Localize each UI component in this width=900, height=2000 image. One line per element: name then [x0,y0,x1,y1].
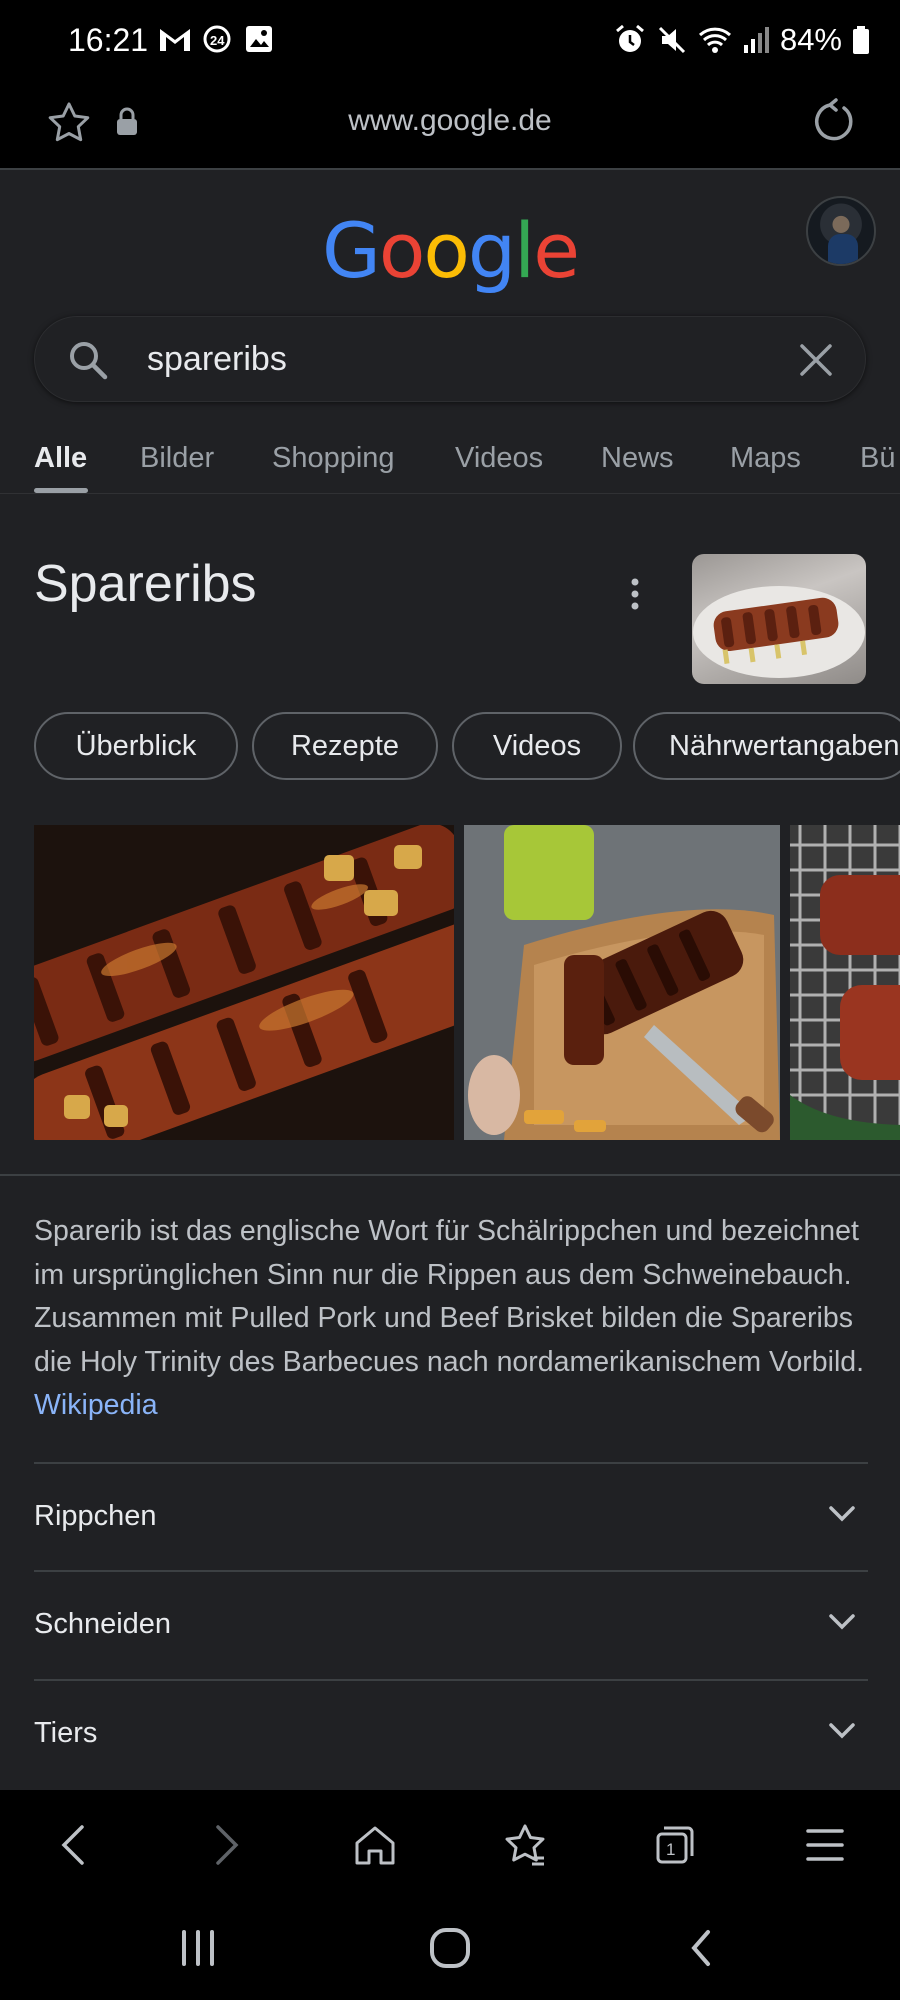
forward-button[interactable] [202,1820,252,1870]
carousel-image[interactable] [790,825,900,1140]
chevron-down-icon [829,1506,855,1522]
status-bar: 16:21 24 84% [0,0,900,84]
accordion-label: Rippchen [34,1500,157,1532]
tab-videos[interactable]: Videos [455,442,543,475]
system-home-button[interactable] [428,1926,472,1975]
back-icon [691,1930,710,1966]
chip-ueberblick[interactable]: Überblick [34,712,238,780]
mute-icon [658,26,686,54]
knowledge-panel-title: Spareribs [34,555,257,613]
menu-button[interactable] [800,1820,850,1870]
tab-shopping[interactable]: Shopping [272,442,395,475]
tab-alle[interactable]: Alle [34,442,87,475]
chevron-down-icon [829,1723,855,1739]
gmail-icon [160,29,190,51]
more-vert-icon [631,578,639,610]
accordion-label: Schneiden [34,1608,172,1640]
chevron-left-icon [61,1825,84,1865]
chip-naehrwertangaben[interactable]: Nährwertangaben [633,712,900,780]
reload-icon [815,98,853,141]
wikipedia-link[interactable]: Wikipedia [34,1389,158,1421]
recent-apps-icon [182,1930,214,1966]
system-navigation-bar [0,1898,900,2000]
gallery-icon [246,26,272,52]
tabs-icon: 1 [656,1826,694,1864]
chevron-down-icon [829,1614,855,1630]
accordion-label: Tiers [34,1717,98,1749]
carousel-image[interactable] [34,825,454,1140]
svg-text:1: 1 [666,1840,675,1859]
search-icon[interactable] [67,339,109,386]
home-icon [355,1826,395,1865]
bookmarks-button[interactable] [500,1820,550,1870]
knowledge-panel-thumbnail[interactable] [692,554,866,684]
search-box [34,316,866,402]
hamburger-menu-icon [806,1829,844,1861]
accordion-schneiden[interactable]: Schneiden [34,1570,868,1678]
clear-search-button[interactable] [797,341,835,384]
browser-toolbar: 1 [0,1790,900,1898]
app-24-icon: 24 [203,25,231,53]
google-logo[interactable]: Google [0,206,900,295]
tabs-button[interactable]: 1 [650,1820,700,1870]
url-field[interactable]: www.google.de [0,104,900,138]
signal-icon [743,27,769,53]
chip-rezepte[interactable]: Rezepte [252,712,438,780]
search-results-page: Google Alle Bilder Shopping Videos News … [0,170,900,1790]
back-button[interactable] [48,1820,98,1870]
carousel-image[interactable] [464,825,780,1140]
system-back-button[interactable] [686,1926,716,1975]
bookmark-star-icon [505,1824,545,1866]
recent-apps-button[interactable] [176,1926,220,1975]
active-tab-indicator [34,488,88,493]
chip-videos[interactable]: Videos [452,712,622,780]
chevron-right-icon [216,1825,239,1865]
description-text: Sparerib ist das englische Wort für Schä… [34,1215,865,1378]
wifi-icon [698,27,731,53]
knowledge-panel-description: Sparerib ist das englische Wort für Schä… [34,1210,868,1428]
battery-level: 84% [779,22,842,57]
alarm-icon [615,24,644,52]
search-input[interactable] [147,335,747,383]
accordion-rippchen[interactable]: Rippchen [34,1462,868,1570]
home-circle-icon [430,1928,470,1968]
notification-icons: 24 [158,24,274,54]
tab-news[interactable]: News [601,442,674,475]
reload-button[interactable] [808,98,858,153]
tab-maps[interactable]: Maps [730,442,801,475]
tab-bilder[interactable]: Bilder [140,442,214,475]
tab-buecher[interactable]: Bü [860,442,895,475]
section-divider [0,1174,900,1176]
more-options-button[interactable] [622,574,648,619]
home-button[interactable] [350,1820,400,1870]
close-icon [800,344,832,376]
battery-icon [853,26,869,54]
account-avatar[interactable] [806,196,876,266]
svg-text:24: 24 [210,33,225,48]
address-bar: www.google.de [0,84,900,170]
search-tabs: Alle Bilder Shopping Videos News Maps Bü [0,432,900,494]
status-time: 16:21 [68,22,149,58]
accordion-tiers[interactable]: Tiers [34,1679,868,1787]
